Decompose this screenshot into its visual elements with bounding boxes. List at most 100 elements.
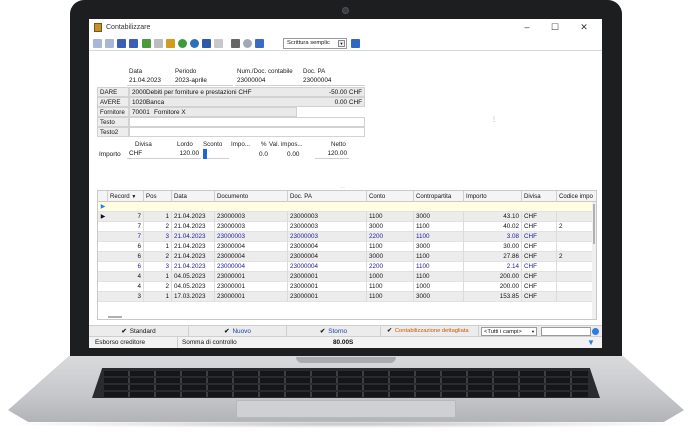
window-title: Contabilizzare bbox=[106, 24, 151, 31]
next-record-icon[interactable] bbox=[117, 39, 126, 48]
maximize-button[interactable]: ☐ bbox=[541, 21, 569, 34]
undo-icon[interactable] bbox=[190, 39, 199, 48]
cell-pos: 1 bbox=[144, 272, 172, 282]
table-row[interactable]: 7 2 21.04.2023 23000003 23000003 3000 1100 40.0… bbox=[98, 222, 596, 232]
cell-currency: CHF bbox=[522, 252, 557, 262]
gross-amount-field[interactable]: 120.00 bbox=[153, 149, 201, 159]
save-icon[interactable] bbox=[202, 39, 211, 48]
storno-button-label: Storno bbox=[328, 328, 348, 335]
horizontal-scrollbar[interactable] bbox=[108, 316, 122, 318]
calculator-icon[interactable] bbox=[351, 39, 360, 48]
grid-col-codice[interactable]: Codice impo bbox=[557, 191, 596, 202]
minimize-button[interactable]: – bbox=[513, 21, 541, 34]
cell-doc-pa: 23000004 bbox=[288, 262, 367, 272]
doc-pa-field[interactable]: 23000004 bbox=[301, 76, 365, 86]
date-field[interactable]: 21.04.2023 bbox=[127, 76, 173, 86]
search-icon[interactable] bbox=[592, 328, 599, 335]
filter-funnel-icon[interactable]: ▼ bbox=[587, 337, 595, 348]
document-number-field[interactable]: 23000004 bbox=[235, 76, 301, 86]
first-record-icon[interactable] bbox=[93, 39, 102, 48]
cell-currency: CHF bbox=[522, 242, 557, 252]
tax-percent: 0.0 bbox=[259, 151, 268, 158]
col-header-num-doc: Num./Doc. contabile bbox=[237, 68, 293, 75]
net-amount-field[interactable]: 120.00 bbox=[315, 149, 349, 159]
chevron-down-icon: ▼ bbox=[338, 40, 345, 47]
grid-scrollbar[interactable] bbox=[592, 202, 596, 319]
status-bar: Esborso creditore Somma di controllo 80.… bbox=[89, 336, 602, 348]
refresh-icon[interactable] bbox=[178, 39, 187, 48]
cell-currency: CHF bbox=[522, 222, 557, 232]
cell-doc-pa: 23000003 bbox=[288, 222, 367, 232]
current-row-indicator-icon[interactable]: ▶ bbox=[98, 212, 108, 222]
table-row[interactable]: 6 3 21.04.2023 23000004 23000004 2200 1100 2.14… bbox=[98, 262, 596, 272]
cell-document: 23000004 bbox=[215, 242, 288, 252]
table-row[interactable]: 3 1 17.03.2023 23000001 23000001 1100 3000 153.… bbox=[98, 292, 596, 302]
check-icon: ✔ bbox=[319, 328, 326, 335]
cell-doc-pa: 23000003 bbox=[288, 232, 367, 242]
grid-col-conto[interactable]: Conto bbox=[367, 191, 414, 202]
settings-icon[interactable] bbox=[243, 39, 252, 48]
entry-mode-select[interactable]: Scrittura semplic ▼ bbox=[283, 38, 347, 49]
filter-value-input[interactable] bbox=[541, 327, 591, 336]
cell-document: 23000004 bbox=[215, 252, 288, 262]
currency-field[interactable]: CHF bbox=[127, 149, 153, 159]
text2-input[interactable] bbox=[129, 127, 365, 137]
bookings-grid: Record ▼ Pos Data Documento Doc. PA Cont… bbox=[97, 190, 597, 320]
period-field[interactable]: 2023-aprile bbox=[173, 76, 233, 86]
table-row[interactable]: 4 1 04.05.2023 23000001 23000001 1000 1100 200.… bbox=[98, 272, 596, 282]
grid-col-record[interactable]: Record ▼ bbox=[108, 191, 144, 202]
dare-amount: -50.00 CHF bbox=[328, 89, 362, 96]
table-row[interactable]: 4 2 04.05.2023 23000001 23000001 1100 1000 200.… bbox=[98, 282, 596, 292]
grid-col-doc-pa[interactable]: Doc. PA bbox=[288, 191, 367, 202]
avere-account-code[interactable]: 1020 bbox=[132, 99, 146, 106]
text-input[interactable] bbox=[129, 117, 365, 127]
scrollbar-thumb[interactable] bbox=[593, 204, 595, 244]
package-icon[interactable] bbox=[166, 39, 175, 48]
new-row[interactable]: ▶ bbox=[98, 202, 596, 212]
table-row[interactable]: 7 3 21.04.2023 23000003 23000003 2200 1100 3.08… bbox=[98, 232, 596, 242]
row-selector[interactable] bbox=[98, 282, 108, 292]
last-record-icon[interactable] bbox=[129, 39, 138, 48]
discount-field[interactable] bbox=[207, 149, 229, 159]
grid-col-pos[interactable]: Pos bbox=[144, 191, 172, 202]
previous-record-icon[interactable] bbox=[105, 39, 114, 48]
field-filter-select[interactable]: <Tutti i campi> ▼ bbox=[481, 327, 537, 336]
app-icon bbox=[94, 23, 102, 32]
row-selector[interactable] bbox=[98, 242, 108, 252]
cell-contra-account: 1000 bbox=[414, 282, 464, 292]
col-header-divisa: Divisa bbox=[135, 141, 152, 148]
drag-handle[interactable]: ⋮ bbox=[491, 116, 497, 123]
grid-col-documento[interactable]: Documento bbox=[215, 191, 288, 202]
cell-date: 04.05.2023 bbox=[172, 282, 215, 292]
row-selector[interactable] bbox=[98, 292, 108, 302]
new-record-icon[interactable] bbox=[142, 39, 151, 48]
row-selector[interactable] bbox=[98, 222, 108, 232]
grid-col-contropartita[interactable]: Contropartita bbox=[414, 191, 464, 202]
cell-account: 1100 bbox=[367, 242, 414, 252]
col-header-doc-pa: Doc. PA bbox=[303, 68, 326, 75]
help-icon[interactable] bbox=[255, 39, 264, 48]
supplier-code[interactable]: 70001 bbox=[132, 109, 150, 116]
row-selector[interactable] bbox=[98, 232, 108, 242]
row-selector[interactable] bbox=[98, 272, 108, 282]
grid-col-data[interactable]: Data bbox=[172, 191, 215, 202]
cell-document: 23000001 bbox=[215, 282, 288, 292]
grid-col-divisa[interactable]: Divisa bbox=[522, 191, 557, 202]
close-button[interactable]: ✕ bbox=[570, 21, 598, 34]
control-sum-value: 80.00S bbox=[333, 339, 354, 346]
cell-currency: CHF bbox=[522, 212, 557, 222]
delete-icon[interactable] bbox=[214, 39, 223, 48]
cell-currency: CHF bbox=[522, 262, 557, 272]
dare-account-code[interactable]: 2000 bbox=[132, 89, 146, 96]
table-row[interactable]: ▶ 7 1 21.04.2023 23000003 23000003 1100 3000 43.… bbox=[98, 212, 596, 222]
col-header-netto: Netto bbox=[331, 141, 346, 148]
split-icon[interactable] bbox=[231, 39, 240, 48]
grid-col-importo[interactable]: Importo bbox=[464, 191, 522, 202]
table-row[interactable]: 6 2 21.04.2023 23000004 23000004 3000 1100 27.8… bbox=[98, 252, 596, 262]
row-selector[interactable] bbox=[98, 262, 108, 272]
copy-icon[interactable] bbox=[154, 39, 163, 48]
table-row[interactable]: 6 1 21.04.2023 23000004 23000004 1100 3000 30.0… bbox=[98, 242, 596, 252]
cell-pos: 2 bbox=[144, 252, 172, 262]
row-selector[interactable] bbox=[98, 252, 108, 262]
cell-amount: 43.10 bbox=[464, 212, 522, 222]
